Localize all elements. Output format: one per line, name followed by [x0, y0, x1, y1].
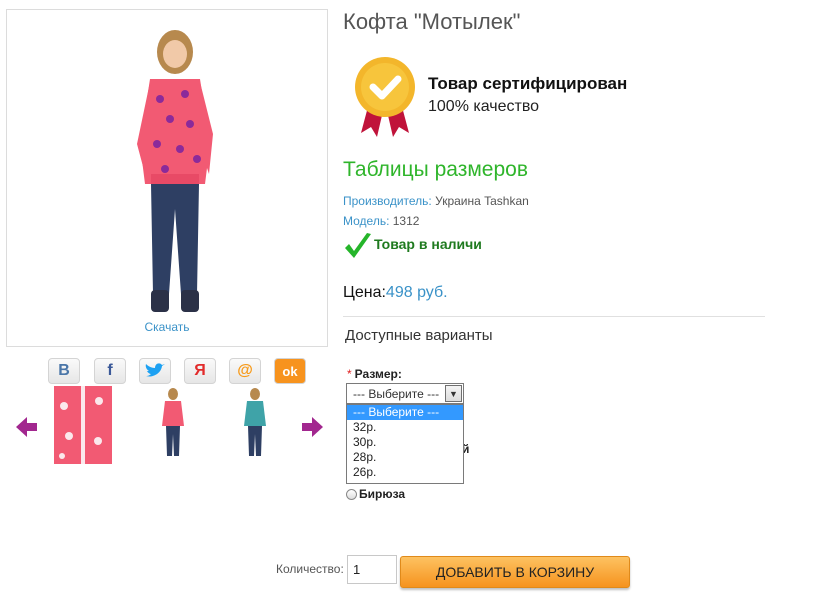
- size-option-item[interactable]: 28р.: [347, 450, 463, 465]
- product-title: Кофта "Мотылек": [343, 9, 521, 34]
- size-dropdown-list[interactable]: --- Выберите --- 32р. 30р. 28р. 26р.: [346, 404, 464, 484]
- add-to-cart-button[interactable]: ДОБАВИТЬ В КОРЗИНУ: [400, 556, 630, 588]
- manufacturer-value[interactable]: Украина Tashkan: [435, 194, 529, 208]
- color-option-biryuza[interactable]: Бирюза: [346, 487, 405, 501]
- product-photo[interactable]: [125, 24, 225, 324]
- price-label: Цена:: [343, 284, 386, 301]
- certificate-subtitle: 100% качество: [428, 98, 540, 115]
- required-mark: *: [347, 367, 352, 381]
- stock-status-text: Товар в наличи: [374, 236, 482, 252]
- size-select-value: --- Выберите ---: [353, 387, 440, 401]
- product-main-image[interactable]: Скачать: [6, 9, 328, 347]
- size-option-label: * Размер:: [347, 367, 402, 381]
- divider: [343, 316, 765, 317]
- variants-title: Доступные варианты: [345, 327, 493, 344]
- prev-arrow-icon[interactable]: [14, 416, 38, 438]
- odnoklassniki-icon[interactable]: ok: [274, 358, 306, 384]
- quantity-label: Количество:: [276, 562, 344, 576]
- vk-icon[interactable]: B: [48, 358, 80, 384]
- certificate-badge-icon: [355, 57, 415, 137]
- size-label-text: Размер:: [354, 367, 402, 381]
- thumbnail-1[interactable]: [54, 386, 112, 464]
- next-arrow-icon[interactable]: [301, 416, 325, 438]
- model-label: Модель:: [343, 214, 390, 228]
- size-option-item[interactable]: 30р.: [347, 435, 463, 450]
- checkmark-icon: [345, 233, 371, 258]
- manufacturer-row: Производитель: Украина Tashkan: [343, 194, 529, 208]
- mail-ru-icon[interactable]: @: [229, 358, 261, 384]
- thumbnail-2[interactable]: [158, 386, 188, 464]
- size-select[interactable]: --- Выберите --- ▼: [346, 383, 464, 404]
- manufacturer-label: Производитель:: [343, 194, 432, 208]
- size-option-item[interactable]: --- Выберите ---: [347, 405, 463, 420]
- price: Цена:498 руб.: [343, 284, 448, 302]
- size-option-item[interactable]: 32р.: [347, 420, 463, 435]
- model-row: Модель: 1312: [343, 214, 419, 228]
- color-option-label: Бирюза: [359, 487, 406, 501]
- radio-button[interactable]: [346, 488, 357, 500]
- size-option-item[interactable]: 26р.: [347, 465, 463, 480]
- moi-mir-icon[interactable]: Я: [184, 358, 216, 384]
- certificate-title: Товар сертифицирован: [428, 74, 628, 93]
- model-value: 1312: [392, 214, 420, 228]
- chevron-down-icon[interactable]: ▼: [445, 385, 462, 402]
- twitter-icon[interactable]: [139, 358, 171, 384]
- thumbnail-3[interactable]: [240, 386, 270, 464]
- price-value: 498 руб.: [385, 284, 448, 301]
- download-link[interactable]: Скачать: [7, 320, 327, 334]
- facebook-icon[interactable]: f: [94, 358, 126, 384]
- size-table-link[interactable]: Таблицы размеров: [343, 158, 528, 182]
- quantity-input[interactable]: [347, 555, 397, 584]
